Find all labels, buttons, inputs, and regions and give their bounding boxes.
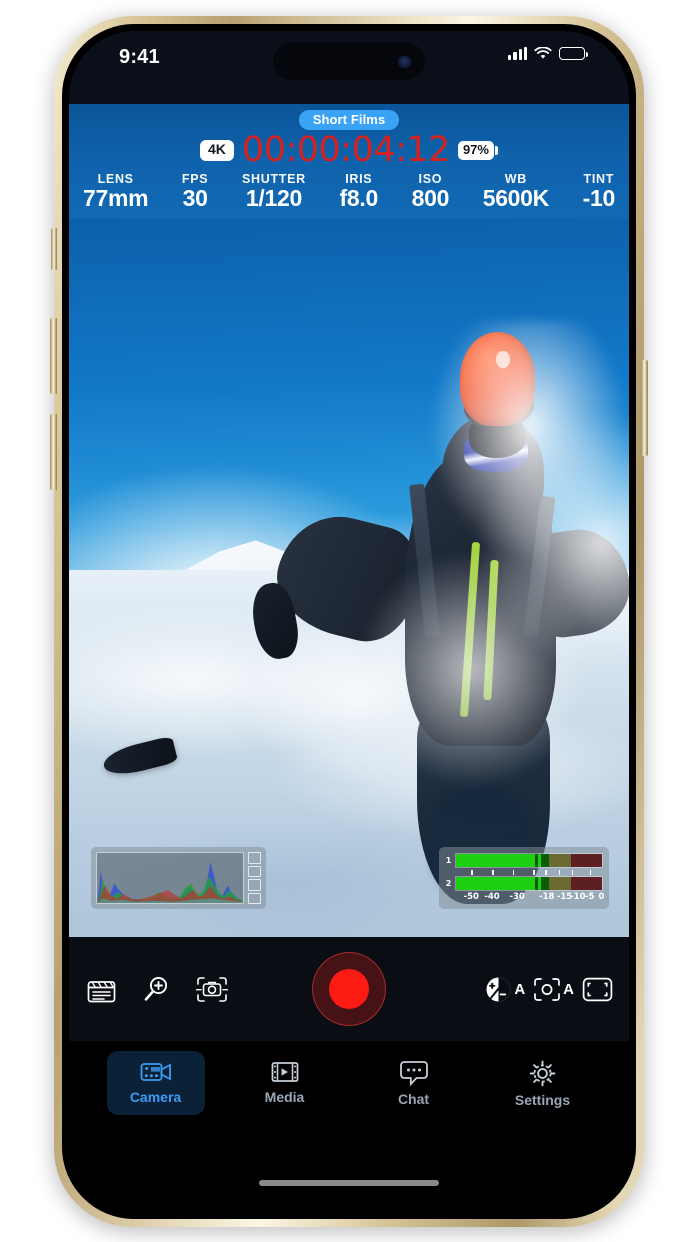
project-badge[interactable]: Short Films bbox=[298, 110, 400, 130]
meta-tint[interactable]: TINT -10 bbox=[583, 172, 616, 212]
power-button[interactable] bbox=[641, 360, 648, 456]
camera-hud: Short Films 4K 00:00:04:12 97% LENS 77mm… bbox=[69, 104, 629, 219]
tab-chat-label: Chat bbox=[397, 1091, 430, 1107]
meta-iso[interactable]: ISO 800 bbox=[412, 172, 450, 212]
meta-wb[interactable]: WB 5600K bbox=[483, 172, 550, 212]
audio-level-bar bbox=[455, 876, 603, 891]
battery-nub-icon bbox=[494, 145, 498, 155]
status-bar-time: 9:41 bbox=[119, 46, 160, 68]
audio-channel-label: 1 bbox=[445, 856, 452, 865]
front-camera-icon bbox=[398, 55, 411, 68]
record-button-inner bbox=[329, 969, 369, 1009]
audio-scale-labels: -50 -40 -30 -18 -15 -10 -5 0 bbox=[463, 892, 605, 902]
audio-tick-marks bbox=[455, 870, 603, 875]
signal-bars-icon bbox=[508, 47, 527, 60]
camera-toolbar: A A bbox=[69, 937, 629, 1041]
chat-bubble-icon bbox=[399, 1061, 428, 1086]
film-strip-icon bbox=[271, 1062, 298, 1082]
status-bar: 9:41 bbox=[69, 31, 629, 89]
rgb-histogram-scope[interactable] bbox=[91, 847, 266, 909]
histogram-scale-ladder bbox=[248, 852, 261, 904]
zoom-magnifier-icon[interactable] bbox=[142, 975, 170, 1003]
wifi-icon bbox=[534, 47, 552, 59]
silent-switch-button[interactable] bbox=[51, 228, 57, 270]
battery-icon bbox=[559, 47, 588, 60]
focus-frame-icon[interactable] bbox=[196, 976, 228, 1003]
meta-lens[interactable]: LENS 77mm bbox=[83, 172, 149, 212]
audio-channel-row: 1 bbox=[445, 852, 603, 869]
tab-settings-label: Settings bbox=[514, 1092, 571, 1108]
volume-down-button[interactable] bbox=[50, 414, 57, 490]
tab-media[interactable]: Media bbox=[236, 1051, 334, 1115]
tab-chat[interactable]: Chat bbox=[365, 1051, 463, 1117]
volume-up-button[interactable] bbox=[50, 318, 57, 394]
audio-level-meter[interactable]: 1 2 -50 -40 -30 -18 -15 -10 -5 0 bbox=[439, 847, 609, 909]
timecode-display: 00:00:04:12 bbox=[241, 130, 451, 170]
camera-toolbar-left-group bbox=[87, 975, 228, 1003]
clapperboard-slate-icon[interactable] bbox=[87, 976, 116, 1003]
audio-level-bar bbox=[455, 853, 603, 868]
battery-percent-chip: 97% bbox=[457, 140, 494, 161]
gear-icon bbox=[529, 1060, 556, 1087]
bottom-tab-bar: Camera Media Chat Settings bbox=[69, 1041, 629, 1212]
exposure-mode-label: A bbox=[514, 980, 526, 998]
focus-target-icon[interactable]: A bbox=[533, 977, 574, 1002]
video-camera-icon bbox=[140, 1063, 171, 1081]
record-button[interactable] bbox=[312, 952, 386, 1026]
resolution-chip[interactable]: 4K bbox=[200, 140, 234, 161]
tab-camera[interactable]: Camera bbox=[106, 1051, 205, 1115]
camera-metadata-row: LENS 77mm FPS 30 SHUTTER 1/120 IRIS f8.0… bbox=[69, 168, 629, 212]
timecode-row: 4K 00:00:04:12 97% bbox=[69, 133, 629, 168]
framing-guides-icon[interactable] bbox=[582, 977, 613, 1002]
meta-shutter[interactable]: SHUTTER 1/120 bbox=[242, 172, 306, 212]
home-indicator[interactable] bbox=[259, 1180, 439, 1186]
meta-iris[interactable]: IRIS f8.0 bbox=[340, 172, 379, 212]
histogram-plot bbox=[96, 852, 244, 904]
focus-mode-label: A bbox=[563, 980, 574, 998]
camera-toolbar-right-group: A A bbox=[485, 976, 613, 1003]
status-bar-indicators bbox=[508, 47, 588, 60]
tab-camera-label: Camera bbox=[129, 1089, 182, 1105]
camera-viewfinder[interactable]: Short Films 4K 00:00:04:12 97% LENS 77mm… bbox=[69, 104, 629, 937]
exposure-compensation-icon[interactable]: A bbox=[485, 976, 525, 1003]
phone-screen: 9:41 Short Films 4K 00:00:04:12 97% LENS… bbox=[69, 31, 629, 1212]
meta-fps[interactable]: FPS 30 bbox=[182, 172, 208, 212]
hud-battery-indicator: 97% bbox=[457, 140, 498, 161]
audio-channel-label: 2 bbox=[445, 879, 452, 888]
audio-channel-row: 2 bbox=[445, 875, 603, 892]
live-preview-image bbox=[69, 104, 629, 937]
dynamic-island bbox=[273, 43, 425, 80]
tab-media-label: Media bbox=[264, 1089, 305, 1105]
tab-settings[interactable]: Settings bbox=[494, 1051, 592, 1118]
